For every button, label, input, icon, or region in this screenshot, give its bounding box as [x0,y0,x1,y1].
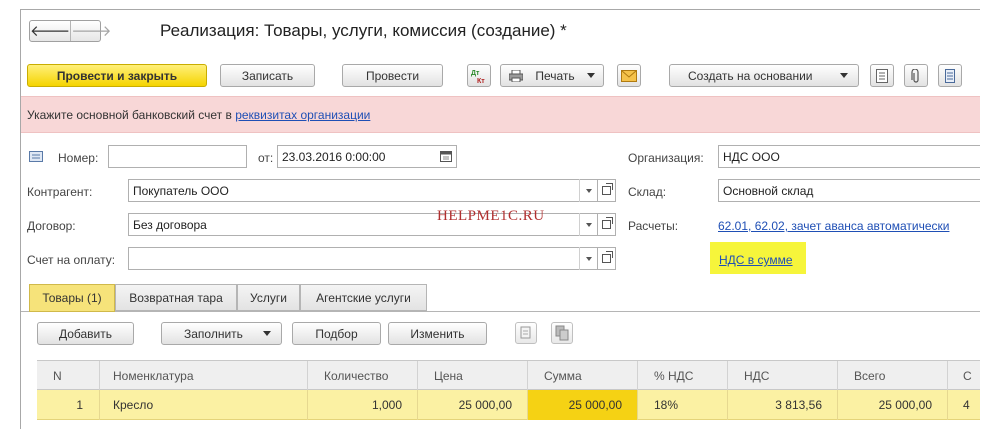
warning-banner: Укажите основной банковский счет в рекви… [21,96,980,133]
row-vat[interactable]: 3 813,56 [732,390,822,420]
duplicate-icon [555,325,569,341]
table-header: N Номенклатура Количество Цена Сумма % Н… [37,360,980,391]
tab-agent-services[interactable]: Агентские услуги [300,284,427,311]
row-sum[interactable]: 25 000,00 [532,390,622,420]
date-label: от: [258,151,274,165]
envelope-icon [621,69,637,82]
paperclip-icon [911,68,919,83]
chevron-down-icon [587,73,595,78]
chevron-down-icon [263,331,271,336]
document-window: 🡐 🡒 Реализация: Товары, услуги, комиссия… [20,9,980,429]
change-button[interactable]: Изменить [388,322,487,345]
col-n[interactable]: N [53,361,73,391]
vat-in-sum-link[interactable]: НДС в сумме [719,253,793,267]
counterparty-open-button[interactable] [598,179,616,202]
counterparty-dropdown[interactable] [579,179,597,202]
report-button[interactable] [870,64,894,87]
print-button[interactable]: Печать [500,64,604,87]
row-price[interactable]: 25 000,00 [422,390,512,420]
chevron-down-icon [585,256,592,261]
attach-button[interactable] [904,64,928,87]
window-title: Реализация: Товары, услуги, комиссия (со… [160,21,567,40]
document-icon [876,68,888,83]
number-label: Номер: [58,151,99,165]
dt-kt-bottom: Кт [477,78,485,85]
chevron-down-icon [840,73,848,78]
pick-button[interactable]: Подбор [292,322,381,345]
tabs-divider [21,311,980,312]
col-sum[interactable]: Сумма [544,361,634,391]
warning-text: Укажите основной банковский счет в рекви… [27,108,370,122]
row-total[interactable]: 25 000,00 [842,390,932,420]
warning-message: Укажите основной банковский счет в [27,108,236,122]
contract-label: Договор: [27,219,76,233]
invoice-open-button[interactable] [598,247,616,270]
tab-services[interactable]: Услуги [237,284,300,311]
watermark: HELPME1C.RU [437,208,545,224]
col-extra[interactable]: С [963,361,980,391]
chevron-down-icon [585,188,592,193]
col-item[interactable]: Номенклатура [113,361,293,391]
invoice-field[interactable] [128,247,598,270]
invoice-label: Счет на оплату: [27,253,116,267]
warehouse-field[interactable]: Основной склад [718,179,980,202]
navigation-buttons: 🡐 🡒 [29,20,111,42]
settlements-link[interactable]: 62.01, 62.02, зачет аванса автоматически [718,219,949,233]
col-vat[interactable]: НДС [744,361,824,391]
counterparty-label: Контрагент: [27,185,93,199]
organization-field[interactable]: НДС ООО [718,145,980,168]
back-arrow-icon[interactable]: 🡐 [30,21,72,41]
org-details-link[interactable]: реквизитах организации [235,108,370,122]
list-icon [945,68,955,83]
row-vat-rate[interactable]: 18% [654,390,714,420]
row-item[interactable]: Кресло [113,390,293,420]
create-based-on-label: Создать на основании [688,68,813,83]
tab-returnable-containers[interactable]: Возвратная тара [115,284,237,311]
col-qty[interactable]: Количество [324,361,424,391]
organization-label: Организация: [628,151,704,165]
add-button[interactable]: Добавить [37,322,134,345]
contract-open-button[interactable] [598,213,616,236]
col-price[interactable]: Цена [434,361,524,391]
email-button[interactable] [617,64,641,87]
post-and-close-button[interactable]: Провести и закрыть [27,64,207,87]
dt-kt-button[interactable]: Дт Кт [467,64,491,87]
post-button[interactable]: Провести [342,64,443,87]
tab-goods[interactable]: Товары (1) [29,284,115,312]
contract-dropdown[interactable] [579,213,597,236]
fill-label: Заполнить [184,326,243,341]
list-button[interactable] [938,64,962,87]
open-icon [602,183,613,195]
dt-kt-icon: Дт Кт [471,70,485,85]
create-based-on-button[interactable]: Создать на основании [669,64,859,87]
counterparty-field[interactable]: Покупатель ООО [128,179,598,202]
copy-row-button[interactable] [515,322,537,344]
warehouse-label: Склад: [628,185,667,199]
forward-arrow-icon[interactable]: 🡒 [71,21,111,41]
invoice-dropdown[interactable] [579,247,597,270]
document-list-icon [29,151,43,162]
date-field[interactable]: 23.03.2016 0:00:00 [277,145,457,168]
printer-icon [509,69,523,82]
calendar-icon[interactable] [440,151,452,165]
duplicate-button[interactable] [551,322,573,344]
table-row[interactable]: 1 Кресло 1,000 25 000,00 25 000,00 18% 3… [37,390,980,420]
number-field[interactable] [108,145,247,168]
print-label: Печать [535,68,575,83]
col-total[interactable]: Всего [854,361,934,391]
copy-icon [520,326,531,339]
col-vat-rate[interactable]: % НДС [654,361,734,391]
row-extra[interactable]: 4 [963,390,980,420]
settlements-label: Расчеты: [628,219,679,233]
dt-kt-top: Дт [471,70,480,77]
open-icon [602,251,613,263]
fill-button[interactable]: Заполнить [161,322,282,345]
row-qty[interactable]: 1,000 [312,390,402,420]
save-button[interactable]: Записать [220,64,315,87]
chevron-down-icon [585,222,592,227]
row-n: 1 [76,398,83,412]
open-icon [602,217,613,229]
